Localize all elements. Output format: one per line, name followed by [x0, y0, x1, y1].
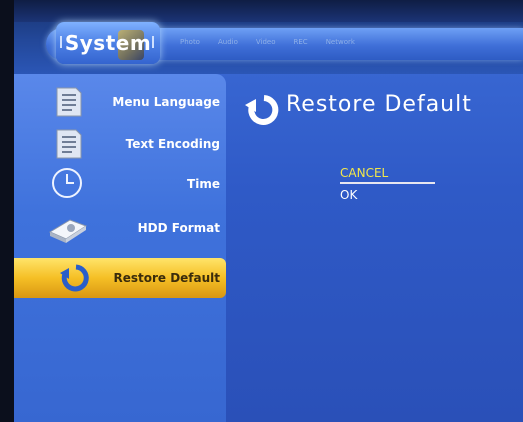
- sidebar: Menu Language Text Encoding Time HDD For…: [14, 74, 226, 422]
- selection-underline: [340, 182, 435, 184]
- sidebar-item-label: HDD Format: [137, 221, 220, 235]
- ok-option[interactable]: OK: [340, 188, 357, 202]
- sidebar-item-label: Restore Default: [113, 271, 220, 285]
- tab-audio[interactable]: Audio: [218, 38, 238, 46]
- screen: System Photo Audio Video REC Network Men…: [14, 0, 523, 422]
- tab-system[interactable]: System: [56, 22, 160, 64]
- restore-icon: [245, 95, 279, 125]
- tab-network[interactable]: Network: [326, 38, 355, 46]
- page-title: Restore Default: [286, 92, 472, 117]
- sidebar-item-text-encoding[interactable]: Text Encoding: [14, 124, 226, 164]
- sidebar-item-menu-language[interactable]: Menu Language: [14, 82, 226, 122]
- tab-video[interactable]: Video: [256, 38, 276, 46]
- sidebar-item-label: Menu Language: [112, 95, 220, 109]
- restore-icon: [60, 264, 89, 292]
- sidebar-item-hdd-format[interactable]: HDD Format: [14, 208, 226, 248]
- sidebar-item-restore-default[interactable]: Restore Default: [14, 258, 226, 298]
- sidebar-item-label: Time: [187, 177, 220, 191]
- tab-divider: [60, 36, 62, 48]
- tab-rec[interactable]: REC: [294, 38, 308, 46]
- clock-icon: [52, 168, 82, 198]
- sidebar-item-label: Text Encoding: [125, 137, 220, 151]
- document-icon: [56, 129, 82, 159]
- document-icon: [56, 87, 82, 117]
- tab-divider: [152, 36, 154, 48]
- hdd-icon: [48, 219, 88, 243]
- top-glow: [14, 0, 523, 22]
- tab-bar: Photo Audio Video REC Network: [180, 38, 355, 46]
- cancel-option[interactable]: CANCEL: [340, 166, 388, 180]
- tab-system-label: System: [64, 31, 152, 55]
- tab-photo[interactable]: Photo: [180, 38, 200, 46]
- sidebar-item-time[interactable]: Time: [14, 164, 226, 204]
